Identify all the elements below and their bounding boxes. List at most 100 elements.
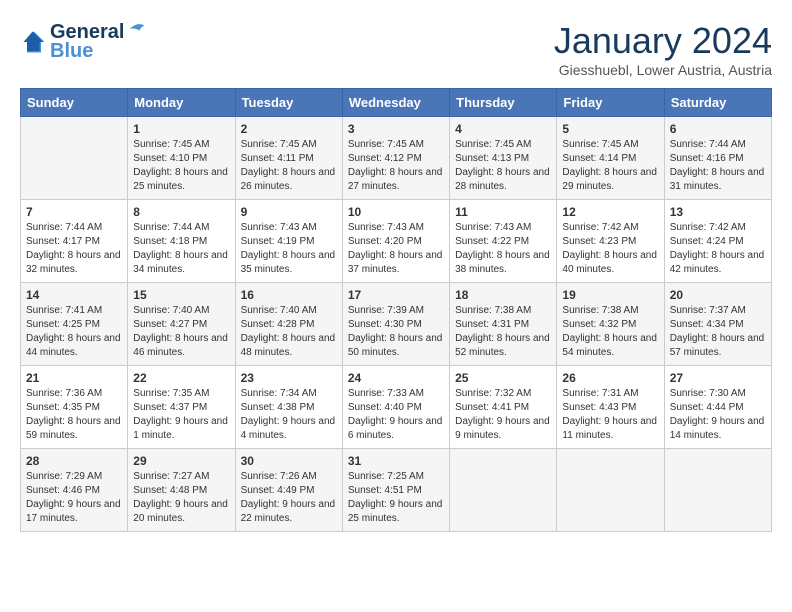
day-info: Sunrise: 7:43 AMSunset: 4:20 PMDaylight:… bbox=[348, 221, 444, 277]
day-info: Sunrise: 7:29 AMSunset: 4:46 PMDaylight:… bbox=[26, 470, 122, 526]
calendar-cell: 17 Sunrise: 7:39 AMSunset: 4:30 PMDayligh… bbox=[342, 283, 449, 366]
weekday-header-row: SundayMondayTuesdayWednesdayThursdayFrid… bbox=[21, 89, 772, 117]
calendar-week-row: 14 Sunrise: 7:41 AMSunset: 4:25 PMDayligh… bbox=[21, 283, 772, 366]
calendar-cell: 3 Sunrise: 7:45 AMSunset: 4:12 PMDaylight… bbox=[342, 117, 449, 200]
calendar-week-row: 21Sunrise: 7:36 AMSunset: 4:35 PMDayligh… bbox=[21, 366, 772, 449]
day-number: 26 bbox=[562, 371, 658, 385]
day-info: Sunrise: 7:45 AMSunset: 4:13 PMDaylight:… bbox=[455, 138, 551, 194]
day-number: 7 bbox=[26, 205, 122, 219]
calendar-cell: 8 Sunrise: 7:44 AMSunset: 4:18 PMDaylight… bbox=[128, 200, 235, 283]
weekday-header-monday: Monday bbox=[128, 89, 235, 117]
day-number: 21 bbox=[26, 371, 122, 385]
calendar-cell: 19 Sunrise: 7:38 AMSunset: 4:32 PMDayligh… bbox=[557, 283, 664, 366]
calendar-cell: 28 Sunrise: 7:29 AMSunset: 4:46 PMDayligh… bbox=[21, 449, 128, 532]
day-number: 2 bbox=[241, 122, 337, 136]
day-number: 22 bbox=[133, 371, 229, 385]
weekday-header-wednesday: Wednesday bbox=[342, 89, 449, 117]
calendar-cell: 10 Sunrise: 7:43 AMSunset: 4:20 PMDayligh… bbox=[342, 200, 449, 283]
day-info: Sunrise: 7:30 AMSunset: 4:44 PMDaylight:… bbox=[670, 387, 766, 443]
calendar-cell: 18 Sunrise: 7:38 AMSunset: 4:31 PMDayligh… bbox=[450, 283, 557, 366]
calendar-cell: 14 Sunrise: 7:41 AMSunset: 4:25 PMDayligh… bbox=[21, 283, 128, 366]
calendar-cell bbox=[450, 449, 557, 532]
calendar-cell: 2 Sunrise: 7:45 AMSunset: 4:11 PMDaylight… bbox=[235, 117, 342, 200]
calendar-cell: 29 Sunrise: 7:27 AMSunset: 4:48 PMDayligh… bbox=[128, 449, 235, 532]
day-number: 12 bbox=[562, 205, 658, 219]
calendar-table: SundayMondayTuesdayWednesdayThursdayFrid… bbox=[20, 88, 772, 532]
day-number: 3 bbox=[348, 122, 444, 136]
title-block: January 2024 Giesshuebl, Lower Austria, … bbox=[554, 20, 772, 78]
calendar-cell: 30 Sunrise: 7:26 AMSunset: 4:49 PMDayligh… bbox=[235, 449, 342, 532]
day-info: Sunrise: 7:32 AMSunset: 4:41 PMDaylight:… bbox=[455, 387, 551, 443]
day-number: 23 bbox=[241, 371, 337, 385]
day-info: Sunrise: 7:31 AMSunset: 4:43 PMDaylight:… bbox=[562, 387, 658, 443]
day-info: Sunrise: 7:41 AMSunset: 4:25 PMDaylight:… bbox=[26, 304, 122, 360]
calendar-cell: 4 Sunrise: 7:45 AMSunset: 4:13 PMDaylight… bbox=[450, 117, 557, 200]
calendar-cell: 11 Sunrise: 7:43 AMSunset: 4:22 PMDayligh… bbox=[450, 200, 557, 283]
day-number: 14 bbox=[26, 288, 122, 302]
calendar-cell: 25 Sunrise: 7:32 AMSunset: 4:41 PMDayligh… bbox=[450, 366, 557, 449]
day-number: 31 bbox=[348, 454, 444, 468]
day-info: Sunrise: 7:34 AMSunset: 4:38 PMDaylight:… bbox=[241, 387, 337, 443]
day-number: 8 bbox=[133, 205, 229, 219]
day-info: Sunrise: 7:45 AMSunset: 4:11 PMDaylight:… bbox=[241, 138, 337, 194]
calendar-cell: 7 Sunrise: 7:44 AMSunset: 4:17 PMDaylight… bbox=[21, 200, 128, 283]
day-info: Sunrise: 7:33 AMSunset: 4:40 PMDaylight:… bbox=[348, 387, 444, 443]
calendar-cell: 1 Sunrise: 7:45 AMSunset: 4:10 PMDaylight… bbox=[128, 117, 235, 200]
day-info: Sunrise: 7:27 AMSunset: 4:48 PMDaylight:… bbox=[133, 470, 229, 526]
calendar-cell: 27 Sunrise: 7:30 AMSunset: 4:44 PMDayligh… bbox=[664, 366, 771, 449]
day-info: Sunrise: 7:44 AMSunset: 4:18 PMDaylight:… bbox=[133, 221, 229, 277]
day-number: 5 bbox=[562, 122, 658, 136]
day-number: 10 bbox=[348, 205, 444, 219]
location-subtitle: Giesshuebl, Lower Austria, Austria bbox=[554, 62, 772, 78]
day-number: 18 bbox=[455, 288, 551, 302]
day-info: Sunrise: 7:40 AMSunset: 4:27 PMDaylight:… bbox=[133, 304, 229, 360]
day-number: 25 bbox=[455, 371, 551, 385]
day-number: 6 bbox=[670, 122, 766, 136]
day-number: 19 bbox=[562, 288, 658, 302]
day-info: Sunrise: 7:45 AMSunset: 4:12 PMDaylight:… bbox=[348, 138, 444, 194]
day-info: Sunrise: 7:38 AMSunset: 4:31 PMDaylight:… bbox=[455, 304, 551, 360]
logo: General Blue bbox=[20, 20, 148, 63]
calendar-cell bbox=[21, 117, 128, 200]
calendar-cell bbox=[664, 449, 771, 532]
day-info: Sunrise: 7:45 AMSunset: 4:10 PMDaylight:… bbox=[133, 138, 229, 194]
calendar-cell: 6 Sunrise: 7:44 AMSunset: 4:16 PMDaylight… bbox=[664, 117, 771, 200]
logo-bird-icon bbox=[126, 20, 148, 38]
weekday-header-saturday: Saturday bbox=[664, 89, 771, 117]
day-number: 27 bbox=[670, 371, 766, 385]
day-number: 4 bbox=[455, 122, 551, 136]
day-info: Sunrise: 7:43 AMSunset: 4:19 PMDaylight:… bbox=[241, 221, 337, 277]
day-number: 1 bbox=[133, 122, 229, 136]
day-info: Sunrise: 7:42 AMSunset: 4:23 PMDaylight:… bbox=[562, 221, 658, 277]
weekday-header-friday: Friday bbox=[557, 89, 664, 117]
calendar-week-row: 7 Sunrise: 7:44 AMSunset: 4:17 PMDaylight… bbox=[21, 200, 772, 283]
weekday-header-sunday: Sunday bbox=[21, 89, 128, 117]
day-number: 24 bbox=[348, 371, 444, 385]
calendar-cell: 15Sunrise: 7:40 AMSunset: 4:27 PMDayligh… bbox=[128, 283, 235, 366]
day-info: Sunrise: 7:25 AMSunset: 4:51 PMDaylight:… bbox=[348, 470, 444, 526]
month-title: January 2024 bbox=[554, 20, 772, 62]
calendar-cell: 16Sunrise: 7:40 AMSunset: 4:28 PMDayligh… bbox=[235, 283, 342, 366]
day-info: Sunrise: 7:44 AMSunset: 4:16 PMDaylight:… bbox=[670, 138, 766, 194]
day-info: Sunrise: 7:44 AMSunset: 4:17 PMDaylight:… bbox=[26, 221, 122, 277]
day-number: 30 bbox=[241, 454, 337, 468]
calendar-cell: 9 Sunrise: 7:43 AMSunset: 4:19 PMDaylight… bbox=[235, 200, 342, 283]
day-info: Sunrise: 7:45 AMSunset: 4:14 PMDaylight:… bbox=[562, 138, 658, 194]
day-number: 11 bbox=[455, 205, 551, 219]
page-header: General Blue January 2024 Giesshuebl, Lo… bbox=[20, 20, 772, 78]
day-number: 29 bbox=[133, 454, 229, 468]
day-info: Sunrise: 7:38 AMSunset: 4:32 PMDaylight:… bbox=[562, 304, 658, 360]
calendar-cell: 21Sunrise: 7:36 AMSunset: 4:35 PMDayligh… bbox=[21, 366, 128, 449]
calendar-cell: 13Sunrise: 7:42 AMSunset: 4:24 PMDayligh… bbox=[664, 200, 771, 283]
day-info: Sunrise: 7:40 AMSunset: 4:28 PMDaylight:… bbox=[241, 304, 337, 360]
day-number: 9 bbox=[241, 205, 337, 219]
calendar-cell: 24 Sunrise: 7:33 AMSunset: 4:40 PMDayligh… bbox=[342, 366, 449, 449]
day-number: 28 bbox=[26, 454, 122, 468]
day-number: 17 bbox=[348, 288, 444, 302]
day-info: Sunrise: 7:42 AMSunset: 4:24 PMDaylight:… bbox=[670, 221, 766, 277]
calendar-cell: 20Sunrise: 7:37 AMSunset: 4:34 PMDayligh… bbox=[664, 283, 771, 366]
day-info: Sunrise: 7:39 AMSunset: 4:30 PMDaylight:… bbox=[348, 304, 444, 360]
calendar-cell: 31 Sunrise: 7:25 AMSunset: 4:51 PMDayligh… bbox=[342, 449, 449, 532]
day-info: Sunrise: 7:26 AMSunset: 4:49 PMDaylight:… bbox=[241, 470, 337, 526]
day-info: Sunrise: 7:43 AMSunset: 4:22 PMDaylight:… bbox=[455, 221, 551, 277]
